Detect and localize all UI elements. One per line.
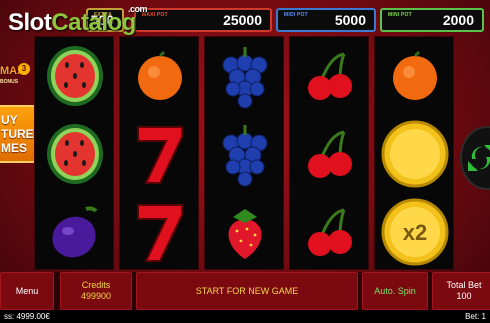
total-bet-value: 100 (456, 291, 472, 301)
cherries-icon (290, 37, 370, 115)
jackpot-maxi: MAXI POT 25000 (134, 8, 272, 32)
start-button[interactable]: START FOR NEW GAME (136, 272, 358, 310)
spin-arrow-icon (468, 145, 490, 171)
reel-3 (204, 36, 284, 270)
auto-spin-label: Auto. Spin (374, 286, 416, 296)
cherries-icon (290, 193, 370, 271)
start-label: START FOR NEW GAME (195, 286, 299, 296)
watermelon-icon (35, 37, 115, 115)
jackpot-mini-value: 2000 (442, 12, 474, 28)
max-logo-sub: BONUS (0, 79, 19, 85)
buy-feature-line3: MES (1, 141, 28, 155)
reel-2 (119, 36, 199, 270)
total-bet-button[interactable]: Total Bet 100 (432, 272, 490, 310)
jackpot-mini: MINI POT 2000 (380, 8, 484, 32)
reel-4 (289, 36, 369, 270)
jackpot-maxi-value: 25000 (223, 12, 262, 28)
jackpot-midi-label: MIDI POT (284, 12, 308, 18)
reels-area: x2 (34, 36, 456, 270)
coin-multiplier-label: x2 (403, 220, 427, 245)
gold-coin-icon (375, 115, 455, 193)
buy-feature-line1: UY (1, 113, 18, 127)
jackpot-mini-label: MINI POT (388, 12, 412, 18)
max-bonus-logo[interactable]: MAX BONUS 3 (0, 63, 30, 96)
orange-icon (375, 37, 455, 115)
reel-1 (34, 36, 114, 270)
menu-label: Menu (15, 286, 39, 296)
seven-icon (120, 115, 200, 193)
total-bet-label: Total Bet (446, 280, 482, 290)
plum-icon (35, 193, 115, 271)
auto-spin-button[interactable]: Auto. Spin (362, 272, 428, 310)
watermark-prefix: Slot (8, 9, 52, 36)
jackpot-midi: MIDI POT 5000 (276, 8, 376, 32)
grapes-icon (205, 115, 285, 193)
gold-coin-x2-icon: x2 (375, 193, 455, 271)
bottom-bar: Menu Credits 499900 START FOR NEW GAME A… (0, 272, 490, 310)
credits-label: Credits (81, 280, 111, 290)
watermark-suffix: .com (128, 4, 148, 14)
watermark-highlight: Catalog (51, 9, 136, 36)
grapes-icon (205, 37, 285, 115)
seven-icon (120, 193, 200, 271)
orange-icon (120, 37, 200, 115)
menu-button[interactable]: Menu (0, 272, 54, 310)
strawberry-icon (205, 193, 285, 271)
credits-display: Credits 499900 (60, 272, 132, 310)
cherries-icon (290, 115, 370, 193)
footer-balance: ss: 4999.00€ (4, 312, 50, 321)
max-logo-badge: 3 (18, 63, 30, 75)
jackpot-midi-value: 5000 (334, 12, 366, 28)
footer-bet: Bet: 1 (465, 312, 486, 321)
reel-5: x2 (374, 36, 454, 270)
watermark-logo: SlotCatalog .com (8, 4, 148, 37)
watermelon-icon (35, 115, 115, 193)
credits-value: 499900 (80, 291, 112, 301)
buy-feature-line2: TURE (1, 127, 34, 141)
footer-bar: ss: 4999.00€ Bet: 1 (0, 310, 490, 323)
